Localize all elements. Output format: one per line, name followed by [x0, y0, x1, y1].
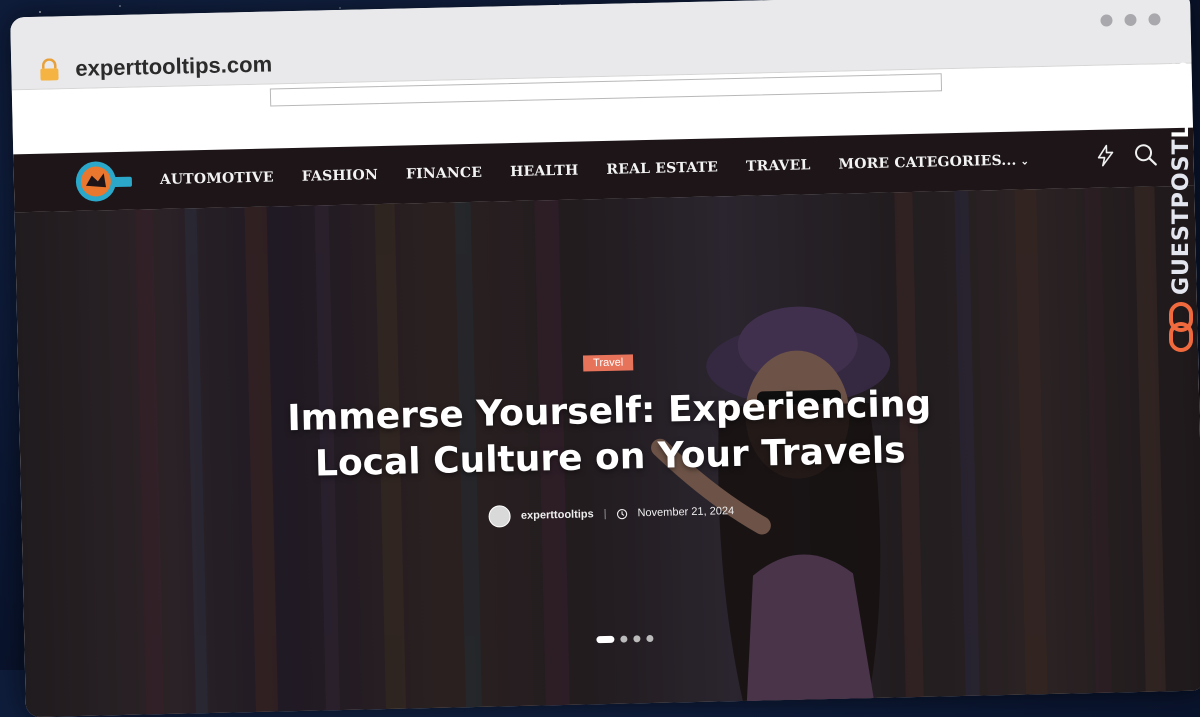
address-bar-url[interactable]: experttooltips.com — [75, 51, 272, 81]
nav-item-finance[interactable]: FINANCE — [406, 165, 483, 183]
watermark-part1: GUESTPOST — [1169, 138, 1194, 295]
clock-icon — [616, 508, 628, 519]
site-logo[interactable] — [71, 157, 134, 206]
hero-slider[interactable]: Travel Immerse Yourself: Experiencing Lo… — [14, 185, 1200, 717]
author-avatar[interactable] — [488, 505, 512, 528]
browser-window: experttooltips.com AUTOMOTIVE FASHION FI… — [10, 0, 1200, 717]
nav-item-travel[interactable]: TRAVEL — [746, 157, 811, 174]
slider-dot-2[interactable] — [620, 635, 628, 643]
nav-item-health[interactable]: HEALTH — [510, 163, 579, 181]
hero-content: Travel Immerse Yourself: Experiencing Lo… — [18, 338, 1200, 539]
window-dot-3[interactable] — [1148, 13, 1161, 26]
post-date: November 21, 2024 — [637, 505, 735, 520]
link-chain-icon — [1169, 302, 1193, 352]
chevron-down-icon: ⌄ — [1020, 156, 1030, 168]
meta-separator: | — [603, 507, 607, 521]
nav-item-real-estate[interactable]: REAL ESTATE — [606, 159, 718, 178]
slider-pagination — [596, 634, 654, 644]
window-dot-2[interactable] — [1124, 13, 1137, 27]
slider-dot-3[interactable] — [633, 635, 641, 643]
hero-title[interactable]: Immerse Yourself: Experiencing Local Cul… — [249, 381, 971, 489]
watermark-part2: LINKS — [1169, 60, 1194, 139]
category-badge[interactable]: Travel — [582, 354, 634, 372]
watermark-text: GUESTPOSTLINKS — [1169, 60, 1194, 295]
lock-icon — [40, 58, 59, 81]
search-icon[interactable] — [1133, 142, 1158, 167]
bolt-icon[interactable] — [1095, 144, 1115, 167]
nav-item-more-categories[interactable]: MORE CATEGORIES... ⌄ — [838, 152, 1030, 173]
window-controls — [1100, 13, 1161, 27]
author-name[interactable]: experttooltips — [521, 508, 594, 522]
nav-actions — [1095, 142, 1158, 167]
slider-dot-1[interactable] — [596, 635, 615, 644]
window-dot-1[interactable] — [1100, 14, 1113, 27]
nav-item-fashion[interactable]: FASHION — [302, 167, 379, 185]
nav-item-more-label: MORE CATEGORIES... — [838, 152, 1017, 173]
nav-item-automotive[interactable]: AUTOMOTIVE — [160, 169, 274, 188]
slider-dot-4[interactable] — [646, 634, 654, 643]
